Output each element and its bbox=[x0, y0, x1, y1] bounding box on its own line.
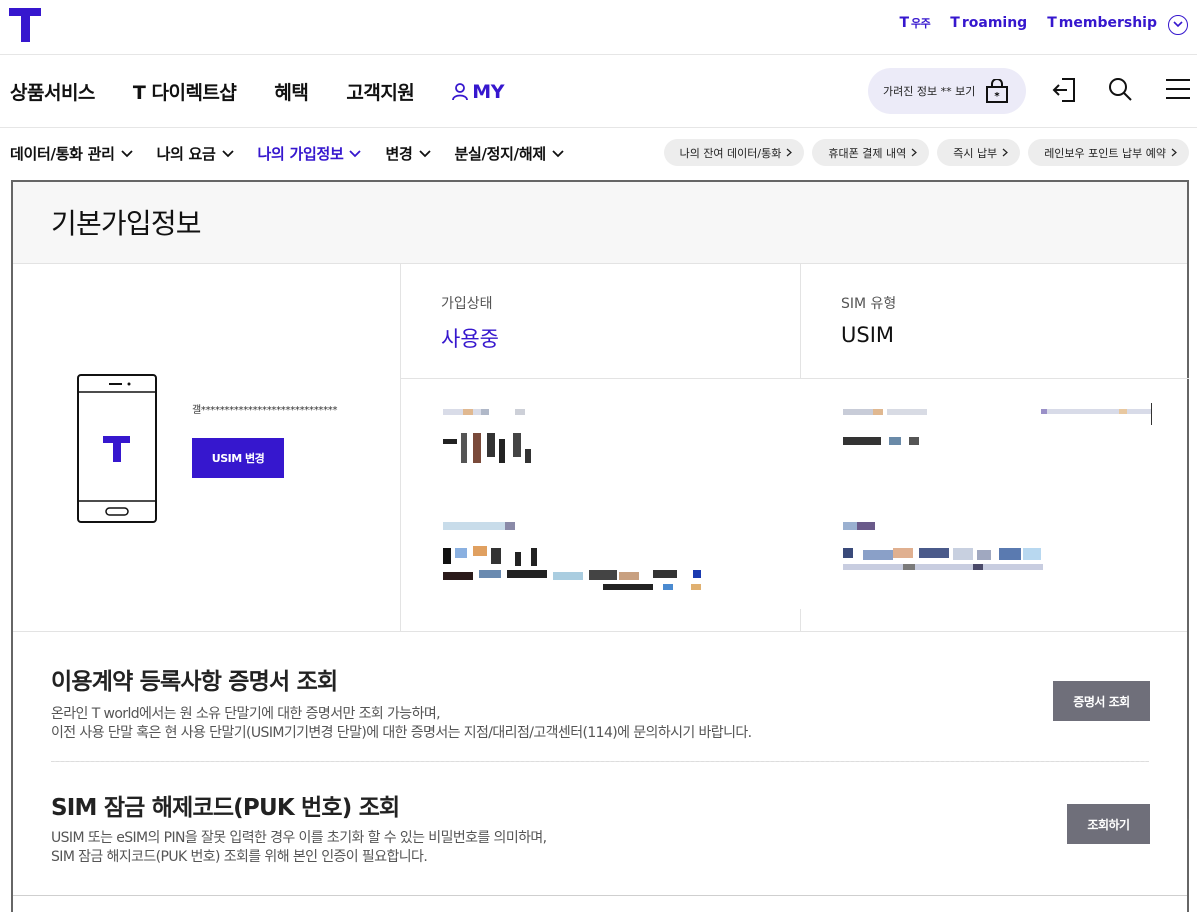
top-bar: T 우주 Troaming Tmembership bbox=[0, 0, 1197, 55]
sub-nav: 데이터/통화 관리 나의 요금 나의 가입정보 변경 분실/정지/해제 나의 잔… bbox=[0, 128, 1197, 180]
chevron-down-icon bbox=[418, 149, 431, 157]
chip-instant-pay[interactable]: 즉시 납부 bbox=[937, 139, 1021, 166]
content-frame: 기본가입정보 갤***************************** US… bbox=[11, 180, 1189, 912]
phone-icon bbox=[77, 374, 157, 523]
chevron-down-icon bbox=[552, 149, 564, 157]
page-title: 기본가입정보 bbox=[51, 207, 202, 240]
chevron-down-icon bbox=[221, 149, 234, 157]
lock-icon: * bbox=[986, 79, 1009, 103]
top-link-roaming[interactable]: Troaming bbox=[950, 15, 1027, 31]
sim-type-value: USIM bbox=[841, 323, 895, 347]
gnb-item-direct-shop[interactable]: T 다이렉트샵 bbox=[133, 78, 237, 105]
lnb-item-data-call[interactable]: 데이터/통화 관리 bbox=[10, 143, 133, 164]
t-world-logo[interactable] bbox=[9, 8, 41, 42]
sim-type-label: SIM 유형 bbox=[841, 296, 897, 312]
lnb-item-change[interactable]: 변경 bbox=[385, 143, 431, 164]
certificate-desc: 온라인 T world에서는 원 소유 단말기에 대한 증명서만 조회 가능하며… bbox=[51, 706, 752, 741]
grid-divider bbox=[800, 609, 801, 631]
certificate-view-button[interactable]: 증명서 조회 bbox=[1053, 681, 1150, 721]
lnb: 데이터/통화 관리 나의 요금 나의 가입정보 변경 분실/정지/해제 bbox=[10, 143, 564, 164]
show-hidden-info-button[interactable]: 가려진 정보 ** 보기 * bbox=[868, 68, 1026, 114]
quick-chips: 나의 잔여 데이터/통화 휴대폰 결제 내역 즉시 납부 레인보우 포인트 납부… bbox=[663, 139, 1189, 166]
lnb-item-my-fee[interactable]: 나의 요금 bbox=[157, 143, 234, 164]
status-label: 가입상태 bbox=[441, 296, 493, 312]
status-cell: 가입상태 사용중 bbox=[441, 293, 499, 353]
top-links: T 우주 Troaming Tmembership bbox=[899, 15, 1157, 31]
lnb-item-my-subscription[interactable]: 나의 가입정보 bbox=[258, 143, 362, 164]
device-column: 갤***************************** USIM 변경 bbox=[13, 264, 401, 631]
certificate-title: 이용계약 등록사항 증명서 조회 bbox=[51, 669, 338, 695]
certificate-section: 이용계약 등록사항 증명서 조회 온라인 T world에서는 원 소유 단말기… bbox=[13, 632, 1187, 763]
chevron-down-icon bbox=[120, 149, 133, 157]
puk-section: SIM 잠금 해제코드(PUK 번호) 조회 USIM 또는 eSIM의 PIN… bbox=[13, 763, 1187, 894]
gnb-item-benefits[interactable]: 혜택 bbox=[274, 78, 308, 105]
chevron-down-icon[interactable] bbox=[1168, 15, 1188, 35]
section-divider bbox=[51, 761, 1149, 762]
gnb-item-support[interactable]: 고객지원 bbox=[346, 78, 414, 105]
chevron-right-icon bbox=[786, 148, 793, 157]
gnb-item-my[interactable]: MY bbox=[452, 78, 504, 105]
chevron-down-icon bbox=[349, 149, 362, 157]
gnb-item-products[interactable]: 상품서비스 bbox=[10, 78, 95, 105]
menu-icon[interactable] bbox=[1165, 77, 1191, 101]
lnb-item-lost-suspend[interactable]: 분실/정지/해제 bbox=[455, 143, 564, 164]
chevron-right-icon bbox=[911, 148, 918, 157]
device-name: 갤***************************** bbox=[192, 405, 338, 416]
gnb: 상품서비스 T 다이렉트샵 혜택 고객지원 MY bbox=[10, 78, 504, 105]
main-nav: 상품서비스 T 다이렉트샵 혜택 고객지원 MY 가려진 정보 ** 보기 * bbox=[0, 55, 1197, 128]
chevron-right-icon bbox=[1171, 148, 1177, 157]
puk-desc: USIM 또는 eSIM의 PIN을 잘못 입력한 경우 이를 초기화 할 수 … bbox=[51, 830, 547, 865]
status-value: 사용중 bbox=[441, 327, 499, 351]
top-link-woo[interactable]: T 우주 bbox=[899, 15, 930, 31]
grid-divider bbox=[800, 264, 801, 379]
top-link-membership[interactable]: Tmembership bbox=[1047, 15, 1157, 31]
chip-phone-payment[interactable]: 휴대폰 결제 내역 bbox=[812, 139, 930, 166]
chip-remaining-data[interactable]: 나의 잔여 데이터/통화 bbox=[663, 139, 805, 166]
usim-change-button[interactable]: USIM 변경 bbox=[192, 438, 284, 478]
chevron-right-icon bbox=[1002, 148, 1009, 157]
section-divider bbox=[13, 895, 1187, 896]
subscription-info: 갤***************************** USIM 변경 가… bbox=[13, 264, 1189, 632]
search-icon[interactable] bbox=[1108, 77, 1133, 102]
user-icon bbox=[452, 82, 469, 100]
puk-lookup-button[interactable]: 조회하기 bbox=[1067, 804, 1150, 844]
logout-icon[interactable] bbox=[1052, 77, 1076, 103]
svg-text:*: * bbox=[995, 91, 1001, 102]
chip-rainbow-point[interactable]: 레인보우 포인트 납부 예약 bbox=[1028, 139, 1189, 166]
frame-header: 기본가입정보 bbox=[13, 182, 1187, 264]
grid-divider bbox=[401, 378, 1189, 379]
sim-type-cell: SIM 유형 USIM bbox=[841, 293, 896, 347]
puk-title: SIM 잠금 해제코드(PUK 번호) 조회 bbox=[51, 795, 400, 821]
